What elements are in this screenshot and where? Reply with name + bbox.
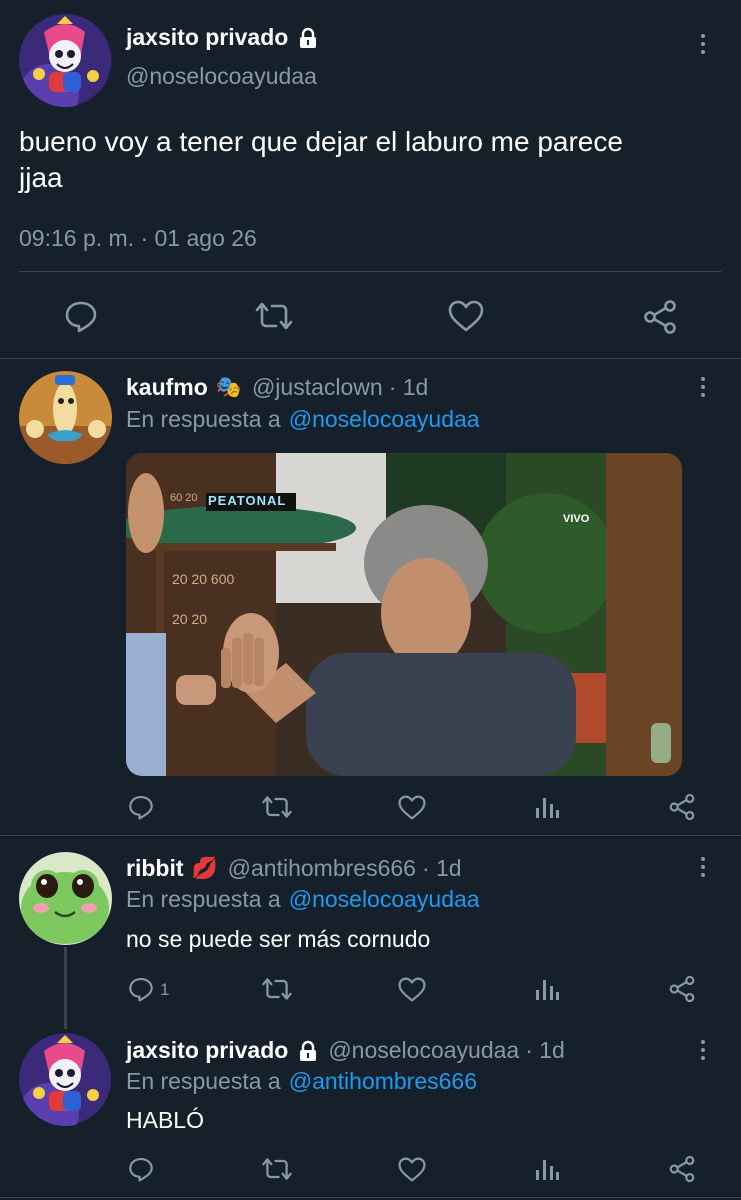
retweet-icon[interactable]	[252, 297, 296, 335]
reply-count: 1	[160, 980, 170, 999]
like-icon[interactable]	[396, 974, 428, 1004]
reply-to-link[interactable]: @antihombres666	[289, 1068, 477, 1095]
timestamp: 09:16 p. m. · 01 ago 26	[19, 225, 257, 251]
divider	[0, 1197, 741, 1198]
share-icon[interactable]	[667, 792, 697, 822]
like-icon[interactable]	[396, 792, 428, 822]
author-handle[interactable]: @justaclown	[252, 374, 383, 401]
share-icon[interactable]	[667, 1154, 697, 1184]
reply-prefix: En respuesta a	[126, 406, 281, 432]
author-name[interactable]: kaufmo	[126, 374, 208, 401]
avatar[interactable]	[19, 371, 112, 464]
reply-time: · 1d	[525, 1037, 565, 1063]
share-icon[interactable]	[640, 297, 680, 337]
tweet-text: bueno voy a tener que dejar el laburo me…	[19, 124, 623, 196]
media-image[interactable]: PEATONAL VIVO 60 20 20 20 600 20 20	[126, 453, 682, 776]
reply-prefix: En respuesta a	[126, 1068, 281, 1094]
share-icon[interactable]	[667, 974, 697, 1004]
more-icon[interactable]	[700, 857, 706, 877]
media-label: 60 20	[170, 492, 198, 504]
media-badge: PEATONAL	[208, 493, 287, 508]
like-icon[interactable]	[446, 297, 486, 335]
author-name[interactable]: jaxsito privado	[126, 1037, 288, 1064]
media-label: 20 20	[172, 611, 208, 627]
reply-to-link[interactable]: @noselocoayudaa	[289, 886, 480, 913]
tweet-text: HABLÓ	[126, 1107, 204, 1133]
tweet-text-line: bueno voy a tener que dejar el laburo me…	[19, 126, 623, 157]
media-badge: VIVO	[563, 513, 590, 525]
analytics-icon[interactable]	[532, 974, 562, 1004]
author-handle[interactable]: @noselocoayudaa	[328, 1037, 519, 1064]
author-name[interactable]: jaxsito privado	[126, 24, 288, 51]
reply-icon[interactable]	[126, 974, 156, 1004]
divider	[0, 358, 741, 359]
avatar[interactable]	[19, 1033, 112, 1126]
thread-line	[64, 947, 67, 1029]
divider	[19, 271, 722, 272]
author-handle[interactable]: @noselocoayudaa	[126, 63, 317, 90]
avatar[interactable]	[19, 14, 112, 107]
avatar[interactable]	[19, 852, 112, 945]
author-emoji: 💋	[191, 856, 218, 880]
retweet-icon[interactable]	[259, 792, 295, 822]
reply-icon[interactable]	[126, 1154, 156, 1184]
more-icon[interactable]	[700, 377, 706, 397]
analytics-icon[interactable]	[532, 792, 562, 822]
like-icon[interactable]	[396, 1154, 428, 1184]
reply-icon[interactable]	[126, 792, 156, 822]
divider	[0, 835, 741, 836]
reply-time: · 1d	[388, 374, 429, 400]
retweet-icon[interactable]	[259, 974, 295, 1004]
reply-time: · 1d	[421, 855, 462, 881]
reply-to-link[interactable]: @noselocoayudaa	[289, 406, 480, 433]
reply-icon[interactable]	[62, 297, 100, 335]
more-icon[interactable]	[700, 34, 706, 54]
lock-icon	[298, 27, 318, 49]
author-name[interactable]: ribbit	[126, 855, 184, 882]
lock-icon	[298, 1040, 318, 1062]
analytics-icon[interactable]	[532, 1154, 562, 1184]
media-label: 20 20 600	[172, 571, 235, 587]
author-emoji: 🎭	[215, 375, 242, 399]
author-handle[interactable]: @antihombres666	[228, 855, 416, 882]
tweet-text-line: jjaa	[19, 162, 63, 193]
tweet-text: no se puede ser más cornudo	[126, 926, 431, 952]
retweet-icon[interactable]	[259, 1154, 295, 1184]
reply-prefix: En respuesta a	[126, 886, 281, 912]
more-icon[interactable]	[700, 1040, 706, 1060]
